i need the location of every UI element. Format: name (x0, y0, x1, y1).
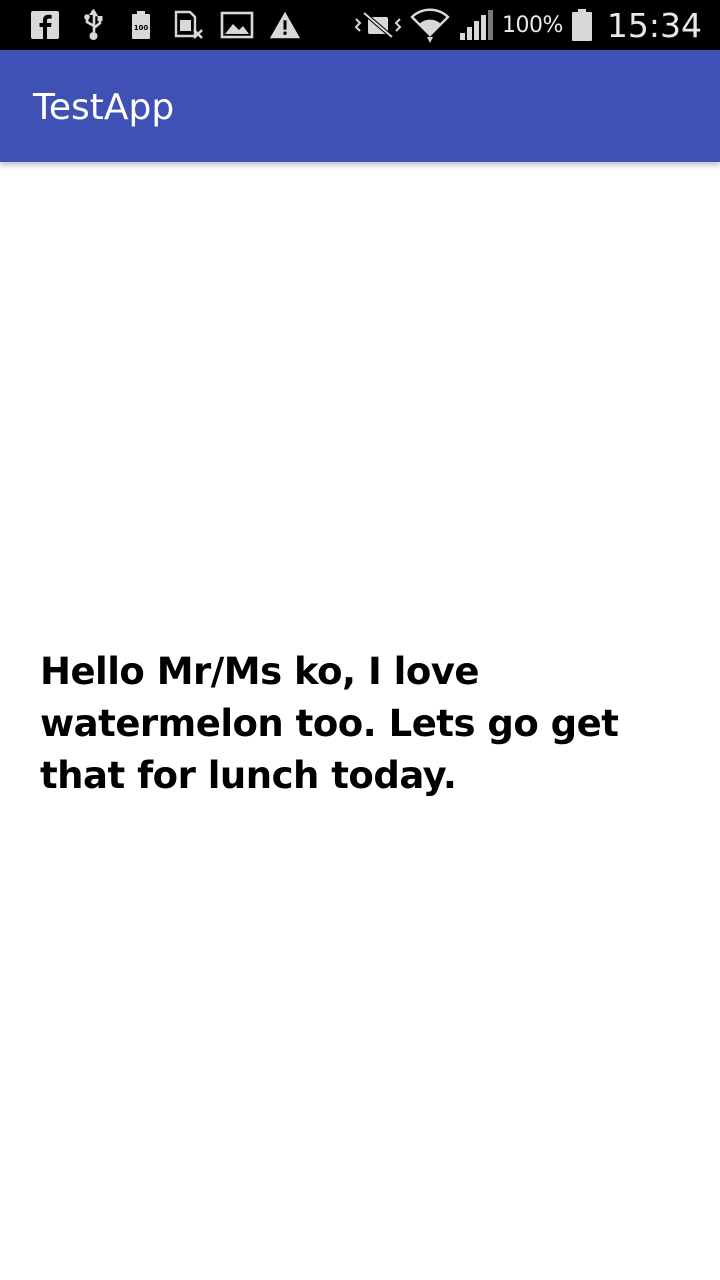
usb-icon (76, 8, 110, 42)
wifi-icon (410, 7, 450, 43)
status-time: 15:34 (606, 5, 702, 45)
app-title: TestApp (33, 87, 175, 128)
message-text: Hello Mr/Ms ko, I love watermelon too. L… (40, 650, 619, 797)
main-content: Hello Mr/Ms ko, I love watermelon too. L… (0, 162, 720, 1280)
system-icons: 100% 15:34 (354, 4, 702, 46)
screen: 100 100% 15:34 TestApp Hello Mr/Ms ko, I… (0, 0, 720, 1280)
mute-icon (354, 9, 402, 41)
status-bar: 100 100% 15:34 (0, 0, 720, 50)
app-bar: TestApp (0, 50, 720, 162)
svg-text:100: 100 (134, 24, 149, 32)
battery-100-icon: 100 (124, 8, 158, 42)
sim-card-icon (172, 8, 206, 42)
battery-icon (571, 8, 593, 42)
signal-icon (458, 9, 494, 41)
facebook-icon (28, 8, 62, 42)
image-icon (220, 8, 254, 42)
battery-percent: 100% (501, 12, 563, 38)
warning-icon (268, 8, 302, 42)
notification-icons: 100 (28, 6, 302, 44)
